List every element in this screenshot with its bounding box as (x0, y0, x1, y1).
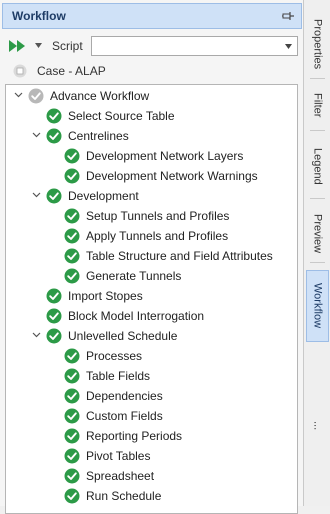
check-circle-icon (64, 408, 80, 424)
tree-node-label: Unlevelled Schedule (68, 329, 178, 343)
tree-node-label: Processes (86, 349, 143, 363)
tree-node-label: Generate Tunnels (86, 269, 182, 283)
tree-node-label: Run Schedule (86, 489, 162, 503)
check-circle-icon (46, 188, 62, 204)
side-tab-label: ... (311, 421, 324, 431)
tree-node-label: Table Structure and Field Attributes (86, 249, 273, 263)
tree-node-label: Import Stopes (68, 289, 143, 303)
tree-node[interactable]: Setup Tunnels and Profiles (6, 206, 297, 226)
workflow-panel: Workflow Script Case - ALAP Advance Work… (0, 0, 304, 514)
tree-node[interactable]: Processes (6, 346, 297, 366)
script-select[interactable] (91, 36, 298, 56)
tree-node-label: Custom Fields (86, 409, 163, 423)
chevron-down-icon (285, 44, 292, 49)
side-tab-workflow[interactable]: Workflow (306, 270, 329, 342)
check-circle-icon (64, 348, 80, 364)
tree-node[interactable]: Table Structure and Field Attributes (6, 246, 297, 266)
side-tab-divider (310, 198, 325, 199)
expand-chevron-icon[interactable] (32, 132, 41, 138)
panel-header: Workflow (2, 3, 302, 29)
tree-node[interactable]: Select Source Table (6, 106, 297, 126)
pin-icon[interactable] (282, 11, 294, 21)
panel-title: Workflow (12, 9, 66, 23)
check-circle-icon (46, 128, 62, 144)
tree-node[interactable]: Development Network Warnings (6, 166, 297, 186)
check-circle-icon (64, 148, 80, 164)
tree-node-label: Reporting Periods (86, 429, 183, 443)
run-dropdown-chevron-icon[interactable] (35, 43, 42, 48)
script-label: Script (52, 39, 83, 53)
tree-node[interactable]: Advance Workflow (6, 86, 297, 106)
tree-node[interactable]: Development Network Layers (6, 146, 297, 166)
case-icon (13, 64, 27, 78)
expand-chevron-icon[interactable] (32, 332, 41, 338)
side-tab-label: Legend (311, 147, 324, 185)
side-tab-filter[interactable]: Filter (306, 84, 329, 126)
check-circle-icon (64, 428, 80, 444)
side-tab-divider (310, 262, 325, 263)
tree-node[interactable]: Import Stopes (6, 286, 297, 306)
tree-node-label: Development Network Warnings (86, 169, 258, 183)
side-tab-strip: Properties Filter Legend Preview Workflow... (304, 0, 330, 506)
side-tab-divider (310, 78, 325, 79)
side-tab-label: Filter (311, 92, 324, 118)
tree-node-label: Apply Tunnels and Profiles (86, 229, 229, 243)
tree-node-label: Dependencies (86, 389, 163, 403)
check-circle-icon (64, 268, 80, 284)
tree-node[interactable]: Generate Tunnels (6, 266, 297, 286)
expand-chevron-icon[interactable] (32, 192, 41, 198)
check-circle-icon (46, 108, 62, 124)
tree-node[interactable]: Development (6, 186, 297, 206)
check-circle-icon (64, 228, 80, 244)
tree-node[interactable]: Run Schedule (6, 486, 297, 506)
tree-node-label: Table Fields (86, 369, 151, 383)
tree-node-label: Development Network Layers (86, 149, 244, 163)
check-circle-icon (64, 168, 80, 184)
check-circle-icon (64, 248, 80, 264)
side-tab-properties[interactable]: Properties (306, 14, 329, 74)
tree-node-label: Block Model Interrogation (68, 309, 205, 323)
tree-node-label: Spreadsheet (86, 469, 155, 483)
check-circle-icon (64, 488, 80, 504)
check-circle-icon (46, 308, 62, 324)
check-circle-icon (64, 448, 80, 464)
tree-node-label: Advance Workflow (50, 89, 150, 103)
side-tab-legend[interactable]: Legend (306, 136, 329, 196)
tree-node-label: Development (68, 189, 139, 203)
pending-circle-icon (28, 88, 44, 104)
check-circle-icon (64, 208, 80, 224)
check-circle-icon (46, 288, 62, 304)
tree-node[interactable]: Pivot Tables (6, 446, 297, 466)
case-row: Case - ALAP (0, 60, 304, 82)
tree-node[interactable]: Dependencies (6, 386, 297, 406)
tree-node[interactable]: Custom Fields (6, 406, 297, 426)
tree-node[interactable]: Centrelines (6, 126, 297, 146)
side-tab-divider (310, 130, 325, 131)
tree-node-label: Setup Tunnels and Profiles (86, 209, 230, 223)
expand-chevron-icon[interactable] (14, 92, 23, 98)
run-all-icon[interactable] (9, 40, 27, 52)
workflow-tree[interactable]: Advance Workflow Select Source Table Centr… (5, 84, 298, 514)
case-label: Case - ALAP (37, 64, 106, 78)
check-circle-icon (64, 388, 80, 404)
check-circle-icon (46, 328, 62, 344)
tree-node[interactable]: Spreadsheet (6, 466, 297, 486)
tree-node[interactable]: Reporting Periods (6, 426, 297, 446)
side-tab-label: Workflow (311, 283, 324, 329)
tree-node[interactable]: Unlevelled Schedule (6, 326, 297, 346)
tree-node[interactable]: Table Fields (6, 366, 297, 386)
tree-node-label: Pivot Tables (86, 449, 151, 463)
workflow-toolbar: Script (0, 34, 304, 58)
check-circle-icon (64, 368, 80, 384)
tree-node[interactable]: Block Model Interrogation (6, 306, 297, 326)
tree-node[interactable]: Apply Tunnels and Profiles (6, 226, 297, 246)
side-tab-label: Preview (311, 214, 324, 254)
check-circle-icon (64, 468, 80, 484)
tree-node-label: Select Source Table (68, 109, 175, 123)
side-tab-label: Properties (311, 18, 324, 70)
side-tab-[interactable]: ... (306, 406, 329, 446)
tree-node-label: Centrelines (68, 129, 129, 143)
side-tab-preview[interactable]: Preview (306, 205, 329, 263)
